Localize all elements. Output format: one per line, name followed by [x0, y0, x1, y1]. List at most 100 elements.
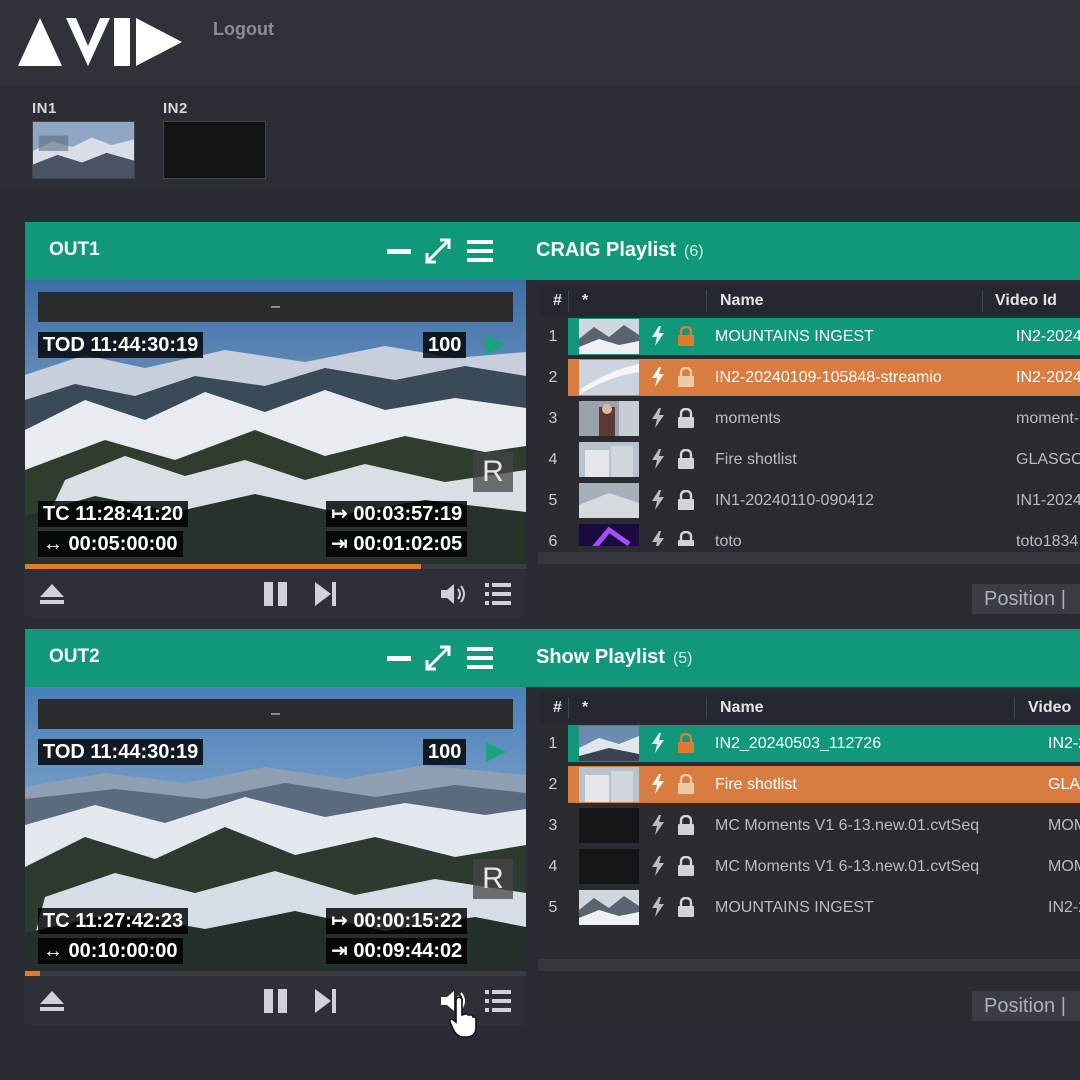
horizontal-scrollbar[interactable]: [538, 552, 1080, 564]
playlist-name: CRAIG Playlist: [536, 239, 677, 261]
lock-icon[interactable]: [677, 408, 695, 428]
clip-name: IN2_20240503_112726: [715, 735, 882, 752]
table-row[interactable]: 3 MC Moments V1 6-13.new.01.cvtSeq MOMEN: [538, 805, 1080, 846]
lightning-icon[interactable]: [651, 490, 665, 510]
col-name[interactable]: Name: [720, 693, 764, 723]
horizontal-scrollbar[interactable]: [538, 959, 1080, 971]
column-divider: [568, 290, 569, 312]
row-number: 4: [548, 451, 558, 468]
position-column-header[interactable]: Position |: [972, 584, 1080, 614]
list-icon[interactable]: [483, 579, 513, 609]
table-row[interactable]: 5 IN1-20240110-090412 IN1-20240: [538, 480, 1080, 521]
table-row[interactable]: 4 MC Moments V1 6-13.new.01.cvtSeq MOMEN: [538, 846, 1080, 887]
duration: ↔ 00:05:00:00: [38, 531, 183, 557]
menu-icon[interactable]: [465, 236, 495, 266]
play-indicator-icon: [486, 335, 506, 355]
playlist-rows: 1 IN2_20240503_112726 IN2-20 2 Fire shotlist…: [538, 723, 1080, 953]
clip-video-id: moment-12: [1016, 410, 1080, 427]
clip-video-id: IN1-20240: [1016, 492, 1080, 509]
lightning-icon[interactable]: [651, 815, 665, 835]
row-number: 2: [548, 369, 558, 386]
clip-thumbnail: [579, 360, 639, 395]
col-video-id[interactable]: Video: [1028, 693, 1071, 723]
clip-video-id: toto1834: [1016, 533, 1079, 546]
clip-video-id: MOMEN: [1048, 817, 1080, 834]
eject-icon[interactable]: [37, 579, 67, 609]
playlist-title: Show Playlist (5): [536, 646, 693, 669]
status-bar: –: [38, 292, 513, 322]
lightning-icon[interactable]: [651, 367, 665, 387]
clip-name: MOUNTAINS INGEST: [715, 328, 874, 345]
lock-icon[interactable]: [677, 774, 695, 794]
minimize-icon[interactable]: [384, 643, 414, 673]
lightning-icon[interactable]: [651, 326, 665, 346]
output-title: OUT1: [49, 239, 100, 260]
lock-icon[interactable]: [677, 531, 695, 546]
clip-thumbnail: [579, 849, 639, 884]
skip-next-icon[interactable]: [311, 986, 341, 1016]
clip-name: moments: [715, 410, 781, 427]
lock-icon[interactable]: [677, 326, 695, 346]
row-number: 5: [548, 899, 558, 916]
hand-cursor-icon: [448, 996, 477, 1038]
col-video-id[interactable]: Video Id: [995, 286, 1057, 316]
table-row[interactable]: 1 IN2_20240503_112726 IN2-20: [538, 723, 1080, 764]
lightning-icon[interactable]: [651, 856, 665, 876]
list-icon[interactable]: [483, 986, 513, 1016]
lightning-icon[interactable]: [651, 408, 665, 428]
clip-name: MOUNTAINS INGEST: [715, 899, 874, 916]
table-row[interactable]: 2 IN2-20240109-105848-streamio IN2-20240: [538, 357, 1080, 398]
row-number: 1: [548, 328, 558, 345]
lock-icon[interactable]: [677, 815, 695, 835]
remaining-time: ⇥ 00:01:02:05: [326, 531, 468, 557]
lock-icon[interactable]: [677, 367, 695, 387]
lock-icon[interactable]: [677, 733, 695, 753]
top-bar: Logout: [0, 0, 1080, 86]
clip-thumbnail: [579, 808, 639, 843]
table-row[interactable]: 4 Fire shotlist GLASGOWF: [538, 439, 1080, 480]
output-panel-out2: OUT2 Show Playlist (5) – TOD 11:44:30:19 …: [25, 629, 1080, 1025]
time-of-day: TOD 11:44:30:19: [38, 739, 204, 765]
clip-thumbnail: [579, 890, 639, 925]
input-in2[interactable]: IN2: [163, 100, 266, 179]
minimize-icon[interactable]: [384, 236, 414, 266]
lightning-icon[interactable]: [651, 897, 665, 917]
table-row[interactable]: 3 moments moment-12: [538, 398, 1080, 439]
clip-thumbnail: [579, 726, 639, 761]
table-header: # * Name Video: [538, 693, 1080, 723]
input-thumbnail: [163, 121, 266, 179]
playlist-rows: 1 MOUNTAINS INGEST IN2-20240 2 IN2-20240109-…: [538, 316, 1080, 546]
lock-icon[interactable]: [677, 856, 695, 876]
table-row[interactable]: 5 MOUNTAINS INGEST IN2-20: [538, 887, 1080, 928]
table-row[interactable]: 1 MOUNTAINS INGEST IN2-20240: [538, 316, 1080, 357]
video-preview[interactable]: – TOD 11:44:30:19 100 R TC 11:28:41:20 ↔…: [25, 280, 526, 566]
expand-icon[interactable]: [423, 236, 453, 266]
input-in1[interactable]: IN1: [32, 100, 135, 184]
pause-icon[interactable]: [261, 579, 291, 609]
lightning-icon[interactable]: [651, 531, 665, 546]
menu-icon[interactable]: [465, 643, 495, 673]
lightning-icon[interactable]: [651, 774, 665, 794]
clip-thumbnail: [579, 524, 639, 546]
eject-icon[interactable]: [37, 986, 67, 1016]
lock-icon[interactable]: [677, 449, 695, 469]
clip-thumbnail: [579, 401, 639, 436]
clip-name: MC Moments V1 6-13.new.01.cvtSeq: [715, 858, 980, 875]
logout-link[interactable]: Logout: [213, 19, 274, 40]
skip-next-icon[interactable]: [311, 579, 341, 609]
lightning-icon[interactable]: [651, 733, 665, 753]
pause-icon[interactable]: [261, 986, 291, 1016]
position-column-header[interactable]: Position |: [972, 991, 1080, 1021]
expand-icon[interactable]: [423, 643, 453, 673]
column-divider: [568, 697, 569, 719]
lock-icon[interactable]: [677, 490, 695, 510]
lightning-icon[interactable]: [651, 449, 665, 469]
col-name[interactable]: Name: [720, 286, 764, 316]
table-row[interactable]: 6 toto toto1834: [538, 521, 1080, 546]
video-preview[interactable]: – TOD 11:44:30:19 100 R TC 11:27:42:23 ↔…: [25, 687, 526, 973]
speaker-icon[interactable]: [438, 579, 468, 609]
table-row[interactable]: 2 Fire shotlist GLASG: [538, 764, 1080, 805]
clip-video-id: IN2-20: [1048, 899, 1080, 916]
clip-name: MC Moments V1 6-13.new.01.cvtSeq: [715, 817, 980, 834]
lock-icon[interactable]: [677, 897, 695, 917]
